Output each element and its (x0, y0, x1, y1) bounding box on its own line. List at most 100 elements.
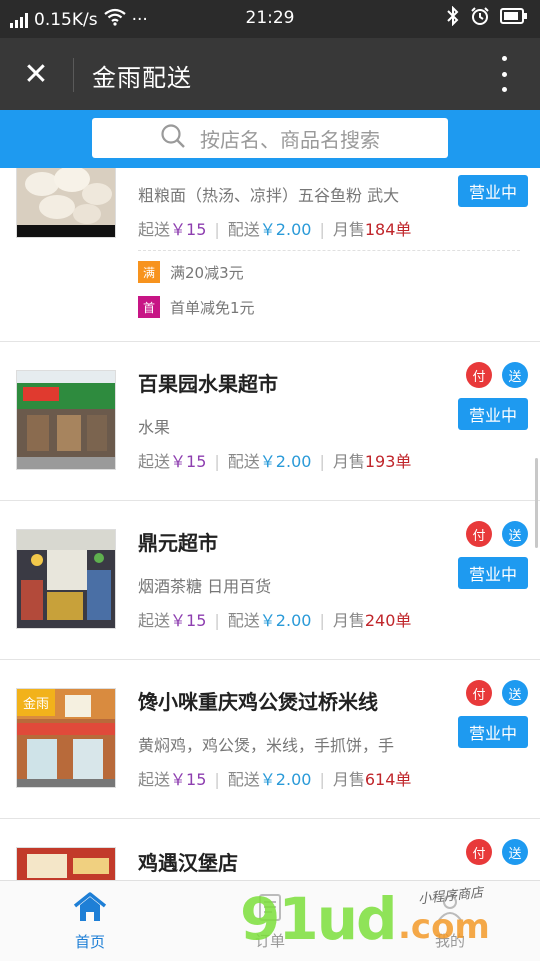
stat-separator: | (214, 770, 220, 789)
min-order-value: ￥15 (170, 220, 207, 239)
stat-separator: | (214, 611, 220, 630)
min-order-value: ￥15 (170, 770, 207, 789)
shop-stats: 起送￥15 | 配送￥2.00 | 月售193单 (138, 448, 411, 472)
shop-categories: 水果 (138, 418, 171, 437)
min-order-label: 起送 (138, 220, 171, 239)
delivery-badge: 送 (502, 680, 528, 706)
monthly-sales-value: 184单 (364, 220, 412, 239)
min-order-label: 起送 (138, 770, 171, 789)
title-bar: ✕ 金雨配送 (0, 38, 540, 110)
delivery-fee-value: ￥2.00 (259, 611, 312, 630)
scroll-indicator[interactable] (535, 458, 538, 548)
shop-stats: 起送￥15 | 配送￥2.00 | 月售614单 (138, 766, 411, 790)
delivery-fee-label: 配送 (227, 452, 260, 471)
tab-home[interactable]: 首页 (0, 881, 180, 961)
shop-card[interactable]: 鼎元超市 烟酒茶糖 日用百货 起送￥15 | 配送￥2.00 | 月售240单 付 送 … (0, 501, 540, 660)
promo-item: 满 满20减3元 (138, 261, 244, 283)
shop-card[interactable]: 粗粮面（热汤、凉拌）五谷鱼粉 武大 起送￥15 | 配送￥2.00 | 月售184单 营… (0, 168, 540, 342)
monthly-sales-value: 193单 (364, 452, 412, 471)
monthly-sales-value: 614单 (364, 770, 412, 789)
delivery-fee-value: ￥2.00 (259, 770, 312, 789)
shop-card[interactable]: 金雨 馋小咪重庆鸡公煲过桥米线 黄焖鸡，鸡公煲，米线，手抓饼，手 起送￥15 | 配… (0, 660, 540, 819)
stat-separator: | (319, 452, 325, 471)
open-status-button[interactable]: 营业中 (458, 557, 528, 589)
battery-icon (500, 7, 528, 30)
shop-thumbnail (16, 847, 116, 880)
shop-name: 鸡遇汉堡店 (138, 851, 238, 875)
search-icon (160, 123, 200, 154)
monthly-sales-label: 月售 (332, 611, 365, 630)
delivery-fee-label: 配送 (227, 770, 260, 789)
title-divider (73, 58, 74, 92)
monthly-sales-value: 240单 (364, 611, 412, 630)
online-pay-badge: 付 (466, 680, 492, 706)
stat-separator: | (319, 611, 325, 630)
watermark: 91ud .com 小程序商店 (240, 885, 540, 957)
stat-separator: | (319, 220, 325, 239)
shop-card[interactable]: 百果园水果超市 水果 起送￥15 | 配送￥2.00 | 月售193单 付 送 营业中 (0, 342, 540, 501)
shop-stats: 起送￥15 | 配送￥2.00 | 月售240单 (138, 607, 411, 631)
shop-name: 鼎元超市 (138, 531, 218, 555)
open-status-button[interactable]: 营业中 (458, 716, 528, 748)
more-dot-icon (501, 71, 507, 77)
bluetooth-icon (446, 5, 460, 31)
status-bar: 0.15K/s ··· 21:29 (0, 0, 540, 38)
shop-thumbnail (16, 168, 116, 238)
more-options-button[interactable] (494, 56, 514, 92)
close-button[interactable]: ✕ (18, 56, 54, 92)
shop-stats: 起送￥15 | 配送￥2.00 | 月售184单 (138, 216, 411, 240)
shop-name: 馋小咪重庆鸡公煲过桥米线 (138, 690, 378, 714)
more-dot-icon (501, 87, 507, 92)
delivery-badge: 送 (502, 521, 528, 547)
promo-tag-discount: 满 (138, 261, 160, 283)
promo-text: 满20减3元 (170, 263, 244, 282)
stat-separator: | (214, 220, 220, 239)
shop-thumbnail (16, 529, 116, 629)
promo-item: 首 首单减免1元 (138, 296, 255, 318)
shop-list: 粗粮面（热汤、凉拌）五谷鱼粉 武大 起送￥15 | 配送￥2.00 | 月售184单 营… (0, 168, 540, 880)
min-order-value: ￥15 (170, 611, 207, 630)
thumbnail-badge: 金雨 (17, 689, 56, 716)
online-pay-badge: 付 (466, 839, 492, 865)
delivery-fee-value: ￥2.00 (259, 452, 312, 471)
monthly-sales-label: 月售 (332, 770, 365, 789)
shop-categories: 黄焖鸡，鸡公煲，米线，手抓饼，手 (138, 736, 395, 755)
watermark-suffix: .com (398, 907, 490, 947)
delivery-fee-label: 配送 (227, 611, 260, 630)
open-status-button[interactable]: 营业中 (458, 175, 528, 207)
alarm-icon (470, 6, 490, 31)
promo-divider (138, 250, 520, 251)
promo-tag-first-order: 首 (138, 296, 160, 318)
shop-name: 百果园水果超市 (138, 372, 278, 396)
online-pay-badge: 付 (466, 521, 492, 547)
shop-categories: 粗粮面（热汤、凉拌）五谷鱼粉 武大 (138, 186, 400, 205)
watermark-note: 小程序商店 (417, 885, 484, 908)
monthly-sales-label: 月售 (332, 452, 365, 471)
close-icon: ✕ (23, 56, 49, 92)
status-right (446, 5, 528, 31)
delivery-badge: 送 (502, 839, 528, 865)
page-title: 金雨配送 (92, 64, 192, 92)
home-icon (72, 891, 108, 927)
search-band: 按店名、商品名搜索 (0, 110, 540, 168)
open-status-button[interactable]: 营业中 (458, 398, 528, 430)
stat-separator: | (214, 452, 220, 471)
min-order-label: 起送 (138, 452, 171, 471)
shop-thumbnail (16, 370, 116, 470)
more-dot-icon (501, 56, 507, 61)
online-pay-badge: 付 (466, 362, 492, 388)
monthly-sales-label: 月售 (332, 220, 365, 239)
tab-label: 首页 (74, 932, 105, 951)
delivery-fee-label: 配送 (227, 220, 260, 239)
search-placeholder: 按店名、商品名搜索 (200, 127, 380, 152)
stat-separator: | (319, 770, 325, 789)
search-input[interactable]: 按店名、商品名搜索 (92, 118, 448, 158)
watermark-brand: 91ud (240, 885, 398, 953)
min-order-value: ￥15 (170, 452, 207, 471)
shop-categories: 烟酒茶糖 日用百货 (138, 577, 272, 596)
shop-card[interactable]: 鸡遇汉堡店 付 送 (0, 819, 540, 880)
min-order-label: 起送 (138, 611, 171, 630)
delivery-fee-value: ￥2.00 (259, 220, 312, 239)
shop-thumbnail: 金雨 (16, 688, 116, 788)
promo-text: 首单减免1元 (170, 298, 255, 317)
